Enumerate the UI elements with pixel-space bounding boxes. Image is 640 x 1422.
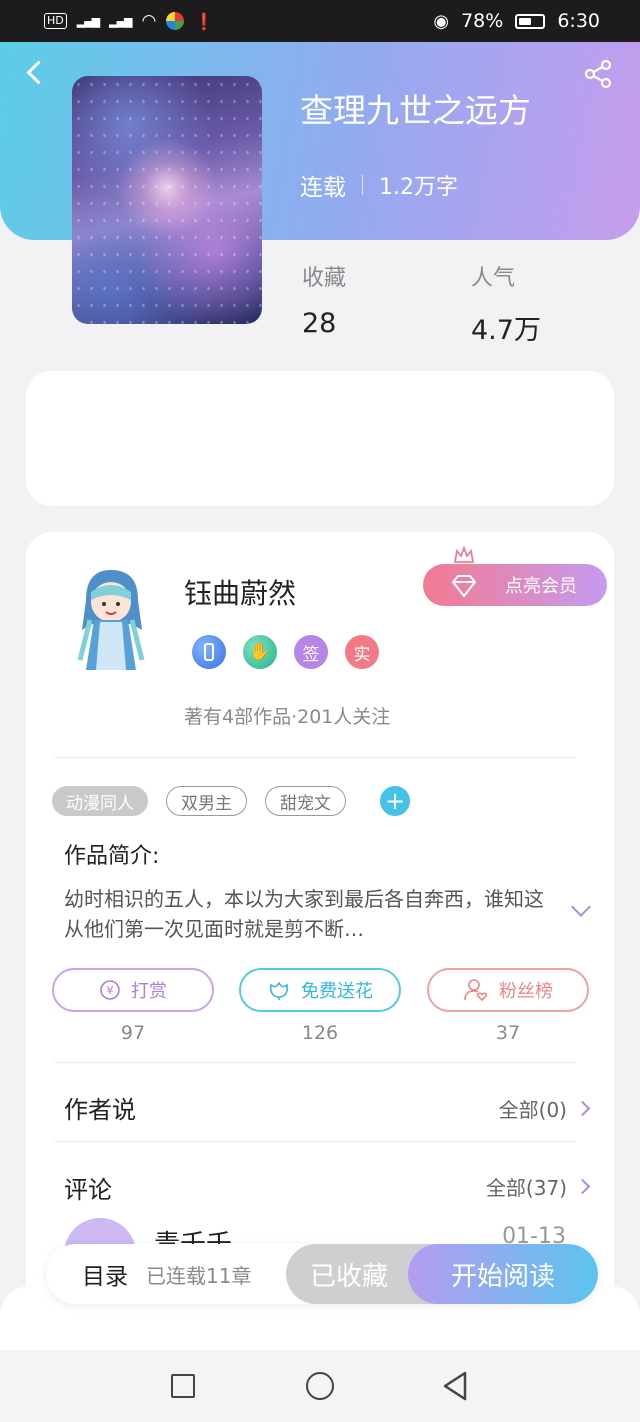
fan-user-icon — [464, 979, 488, 1002]
battery-percent: 78% — [461, 10, 504, 32]
battery-icon — [515, 13, 546, 29]
system-nav-bar — [0, 1350, 640, 1422]
start-reading-label: 开始阅读 — [450, 1261, 555, 1292]
contract-icon: ✋ — [243, 635, 277, 669]
tip-label: 打赏 — [131, 981, 167, 1002]
flower-count: 126 — [301, 1022, 339, 1044]
send-flower-button[interactable]: 免费送花 — [239, 968, 401, 1012]
chevron-right-icon — [574, 1100, 591, 1117]
ad-placeholder-card — [26, 371, 614, 506]
recents-icon[interactable] — [171, 1374, 195, 1398]
tip-count: 97 — [120, 1022, 146, 1044]
signal-icon-2: ▂▄▆ — [109, 14, 132, 28]
author-stats: 著有4部作品·201人关注 — [184, 706, 391, 728]
chevron-right-icon — [574, 1178, 591, 1195]
crown-icon — [453, 546, 475, 563]
clock: 6:30 — [557, 10, 600, 32]
tag-list: 动漫同人 双男主 甜宠文 + — [52, 786, 410, 816]
home-icon[interactable] — [306, 1372, 334, 1400]
intro-text[interactable]: 幼时相识的五人，本以为大家到最后各自奔西，谁知这从他们第一次见面时就是剪不断… — [64, 884, 544, 944]
vip-button-label: 点亮会员 — [505, 576, 577, 597]
author-says-all-link[interactable]: 全部(0) — [498, 1094, 591, 1123]
yen-coin-icon: ¥ — [100, 980, 120, 1000]
author-says-all-label: 全部(0) — [498, 1098, 567, 1122]
fan-count: 37 — [495, 1022, 521, 1044]
divider — [54, 1062, 576, 1063]
alert-icon: ❗ — [194, 11, 215, 31]
signed-badge: 签 — [294, 635, 328, 669]
flower-icon — [269, 981, 289, 1000]
hd-indicator: HD — [44, 13, 67, 29]
comments-title: 评论 — [64, 1176, 112, 1204]
favorites-label: 收藏 — [302, 266, 347, 291]
popularity-label: 人气 — [471, 266, 516, 291]
book-cover[interactable] — [72, 76, 262, 324]
author-badges: ✋ 签 实 — [192, 635, 379, 669]
fan-ranking-label: 粉丝榜 — [499, 981, 553, 1002]
share-icon[interactable] — [582, 58, 614, 90]
meta-divider — [362, 175, 363, 195]
comments-all-link[interactable]: 全部(37) — [485, 1172, 591, 1201]
divider — [54, 757, 576, 758]
app-notification-icon — [166, 12, 185, 30]
favorites-value: 28 — [302, 308, 337, 339]
start-reading-button[interactable]: 开始阅读 — [408, 1244, 598, 1304]
tag-item[interactable]: 动漫同人 — [52, 786, 148, 816]
bottom-action-bar: 目录 已连载11章 已收藏 开始阅读 — [46, 1244, 598, 1304]
author-avatar[interactable] — [56, 560, 166, 680]
fan-ranking-button[interactable]: 粉丝榜 — [427, 968, 589, 1012]
author-name[interactable]: 钰曲蔚然 — [184, 572, 296, 612]
status-bar: HD ▂▄▆ ▂▄▆ ◠ ❗ ◉ 78% 6:30 — [0, 0, 640, 42]
word-count: 1.2万字 — [379, 175, 458, 200]
book-meta: 连载 1.2万字 — [300, 168, 458, 202]
chapter-count[interactable]: 已连载11章 — [146, 1260, 251, 1289]
signal-icon: ▂▄▆ — [76, 14, 100, 28]
divider — [54, 1141, 576, 1142]
tag-item[interactable]: 双男主 — [166, 786, 247, 816]
svg-text:¥: ¥ — [107, 984, 114, 997]
favorited-label: 已收藏 — [309, 1261, 388, 1292]
author-says-title: 作者说 — [64, 1096, 136, 1124]
eye-icon: ◉ — [433, 10, 450, 32]
favorites-stat: 收藏 28 — [302, 260, 346, 339]
popularity-value: 4.7万 — [471, 315, 541, 346]
popularity-stat: 人气 4.7万 — [471, 260, 541, 347]
send-flower-label: 免费送花 — [301, 981, 373, 1002]
phone-verified-icon — [192, 635, 226, 669]
real-name-badge: 实 — [345, 635, 379, 669]
back-triangle-icon[interactable] — [441, 1370, 469, 1402]
comments-all-label: 全部(37) — [485, 1176, 567, 1200]
serial-status: 连载 — [300, 175, 346, 201]
diamond-icon — [451, 575, 477, 598]
chevron-down-icon[interactable] — [571, 897, 591, 917]
intro-label: 作品简介: — [64, 844, 160, 869]
add-tag-icon[interactable]: + — [380, 786, 410, 816]
toc-button[interactable]: 目录 — [82, 1257, 128, 1291]
tip-button[interactable]: ¥ 打赏 — [52, 968, 214, 1012]
book-title: 查理九世之远方 — [300, 91, 531, 130]
wifi-icon: ◠ — [141, 11, 157, 31]
tag-item[interactable]: 甜宠文 — [265, 786, 346, 816]
